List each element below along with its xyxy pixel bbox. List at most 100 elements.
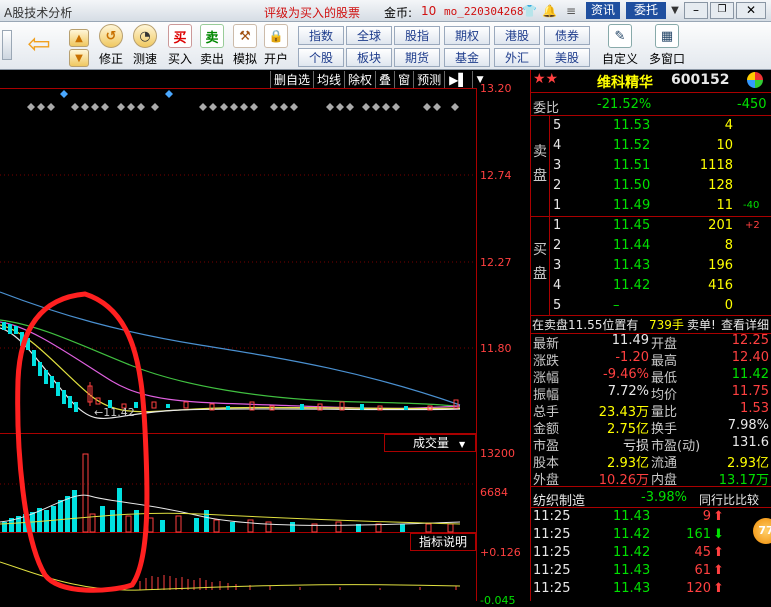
info-button[interactable]: 资讯 <box>586 2 620 19</box>
market-stock-index[interactable]: 股指 <box>394 26 440 45</box>
market-futures[interactable]: 期货 <box>394 48 440 67</box>
price-tick-2: 12.74 <box>480 169 512 182</box>
tick-row: 11:25 11.43 9 ⬆ <box>533 509 724 524</box>
up-arrow-icon: ▲ <box>69 29 89 47</box>
price-tick-4: 11.80 <box>480 342 512 355</box>
compare-button[interactable]: 同行比比较 <box>699 491 759 508</box>
market-forex[interactable]: 外汇 <box>494 48 540 67</box>
kline-chart-panel[interactable]: 删自选 均线 除权 叠 窗 预测 ▶▌ ▼ ←11.42 成交量 ▼ 指标说明 … <box>0 70 530 607</box>
vol-tick-1: 13200 <box>480 447 515 460</box>
quote-row: 金额 2.75亿 换手 7.98% <box>533 418 769 437</box>
market-hk[interactable]: 港股 <box>494 26 540 45</box>
quote-row: 最新 11.49 开盘 12.25 <box>533 333 769 352</box>
fix-button[interactable]: ↺ 修正 <box>96 23 126 69</box>
close-button[interactable]: ✕ <box>736 2 766 19</box>
quote-row: 总手 23.43万 量比 1.53 <box>533 401 769 420</box>
edit-icon: ✎ <box>608 24 632 48</box>
candles <box>2 322 459 412</box>
ma-20-line <box>0 321 461 409</box>
star-icon[interactable]: ★★ <box>533 71 558 87</box>
buy-level-row[interactable]: 2 11.44 8 <box>531 236 771 256</box>
up-arrow-icon: ⬆ <box>713 509 724 524</box>
multi-window-button[interactable]: ▦ 多窗口 <box>646 23 688 69</box>
market-global[interactable]: 全球 <box>346 26 392 45</box>
clock-icon: ◔ <box>133 24 157 48</box>
order-dropdown-icon[interactable]: ▼ <box>668 2 682 19</box>
order-button[interactable]: 委托 <box>626 2 666 19</box>
toolbar: ⇦ ▲ ▼ ↺ 修正 ◔ 测速 买买入 卖卖出 ⚒ 模拟 🔒 开户 指数 全球 股指 期权… <box>0 22 771 70</box>
lock-icon: 🔒 <box>264 24 288 48</box>
back-arrow-icon[interactable]: ⇦ <box>22 30 56 60</box>
large-order-notice[interactable]: 在卖盘11.55位置有 739手 卖单! 查看详细 <box>531 315 771 333</box>
tick-row: 11:25 11.43 120 ⬆ <box>533 581 724 596</box>
title-bar: A股技术分析 评级为买入的股票 金币: 10 mo_220304268 👕 🔔 … <box>0 0 771 22</box>
market-stocks[interactable]: 个股 <box>298 48 344 67</box>
tick-row: 11:25 11.43 61 ⬆ <box>533 563 724 578</box>
speed-test-button[interactable]: ◔ 测速 <box>130 23 160 69</box>
hand-drawn-circle <box>15 291 150 593</box>
up-arrow-icon: ⬆ <box>713 563 724 578</box>
menu-icon[interactable]: ≡ <box>566 4 576 18</box>
buy-level-row[interactable]: 5 – 0 <box>531 296 771 316</box>
buy-level-row[interactable]: 4 11.42 416 <box>531 276 771 296</box>
sell-level-row[interactable]: 4 11.52 10 <box>531 136 771 156</box>
market-bonds[interactable]: 债券 <box>544 26 590 45</box>
sell-button[interactable]: 卖卖出 <box>198 23 226 69</box>
down-arrow-icon[interactable]: ▼ <box>69 49 89 67</box>
industry-pct: -3.98% <box>641 490 687 505</box>
buy-level-row[interactable]: 3 11.43 196 <box>531 256 771 276</box>
buy-icon: 买 <box>168 24 192 48</box>
tick-row: 11:25 11.42 161 ⬇ <box>533 527 724 542</box>
market-sectors[interactable]: 板块 <box>346 48 392 67</box>
quote-panel: ★★ 维科精华 600152 委比 -21.52% -450 卖盘 5 11.5… <box>530 70 771 601</box>
minimize-button[interactable]: – <box>684 2 708 19</box>
gavel-icon: ⚒ <box>233 24 257 48</box>
restore-button[interactable]: ❐ <box>710 2 734 19</box>
market-options[interactable]: 期权 <box>444 26 490 45</box>
sell-level-row[interactable]: 5 11.53 4 <box>531 116 771 136</box>
sell-level-row[interactable]: 2 11.50 128 <box>531 176 771 196</box>
event-markers <box>27 90 459 111</box>
market-us[interactable]: 美股 <box>544 48 590 67</box>
collapse-handle[interactable] <box>2 30 12 60</box>
sell-level-row[interactable]: 3 11.51 1118 <box>531 156 771 176</box>
refresh-icon: ↺ <box>99 24 123 48</box>
price-tick-3: 12.27 <box>480 256 512 269</box>
buy-button[interactable]: 买买入 <box>166 23 194 69</box>
vol-tick-2: 6684 <box>480 486 508 499</box>
volume-dropdown-icon[interactable]: ▼ <box>459 440 465 449</box>
buy-level-row[interactable]: 1 11.45 201 +2 <box>531 216 771 236</box>
open-account-button[interactable]: 🔒 开户 <box>262 23 290 69</box>
market-funds[interactable]: 基金 <box>444 48 490 67</box>
indicator-help-button[interactable]: 指标说明 <box>410 533 476 551</box>
up-arrow-icon: ⬆ <box>713 581 724 596</box>
stock-header: ★★ 维科精华 600152 <box>531 70 771 92</box>
user-icon[interactable]: 👕 <box>522 4 537 18</box>
bell-icon[interactable]: 🔔 <box>542 4 557 18</box>
market-index[interactable]: 指数 <box>298 26 344 45</box>
industry-row: 纺织制造 -3.98% 同行比比较 <box>531 488 771 509</box>
weibi-diff: -450 <box>737 97 767 112</box>
weibi-row: 委比 -21.52% -450 <box>533 97 767 116</box>
coins-label: 金币: <box>384 6 413 20</box>
low-price-label: ←11.42 <box>94 406 135 419</box>
weibi-pct: -21.52% <box>597 97 652 112</box>
quote-row: 涨幅 -9.46% 最低 11.42 <box>533 367 769 386</box>
user-id: mo_220304268 <box>444 5 524 18</box>
grid-icon: ▦ <box>655 24 679 48</box>
custom-button[interactable]: ✎ 自定义 <box>600 23 640 69</box>
app-title: A股技术分析 <box>4 6 73 20</box>
up-arrow-icon: ⬆ <box>713 545 724 560</box>
pie-icon[interactable] <box>747 72 763 88</box>
quote-row: 振幅 7.72% 均价 11.75 <box>533 384 769 403</box>
rating-notice-link[interactable]: 评级为买入的股票 <box>264 4 360 21</box>
down-arrow-icon: ⬇ <box>713 527 724 542</box>
stock-name: 维科精华 <box>597 75 653 91</box>
view-detail-link[interactable]: 查看详细 <box>721 316 769 333</box>
volume-selector[interactable]: 成交量 ▼ <box>384 434 476 452</box>
tick-row: 11:25 11.42 45 ⬆ <box>533 545 724 560</box>
up-button[interactable]: ▲ ▼ <box>66 23 92 69</box>
quote-row: 涨跌 -1.20 最高 12.40 <box>533 350 769 369</box>
sell-level-row[interactable]: 1 11.49 11 -40 <box>531 196 771 216</box>
simulate-button[interactable]: ⚒ 模拟 <box>230 23 260 69</box>
